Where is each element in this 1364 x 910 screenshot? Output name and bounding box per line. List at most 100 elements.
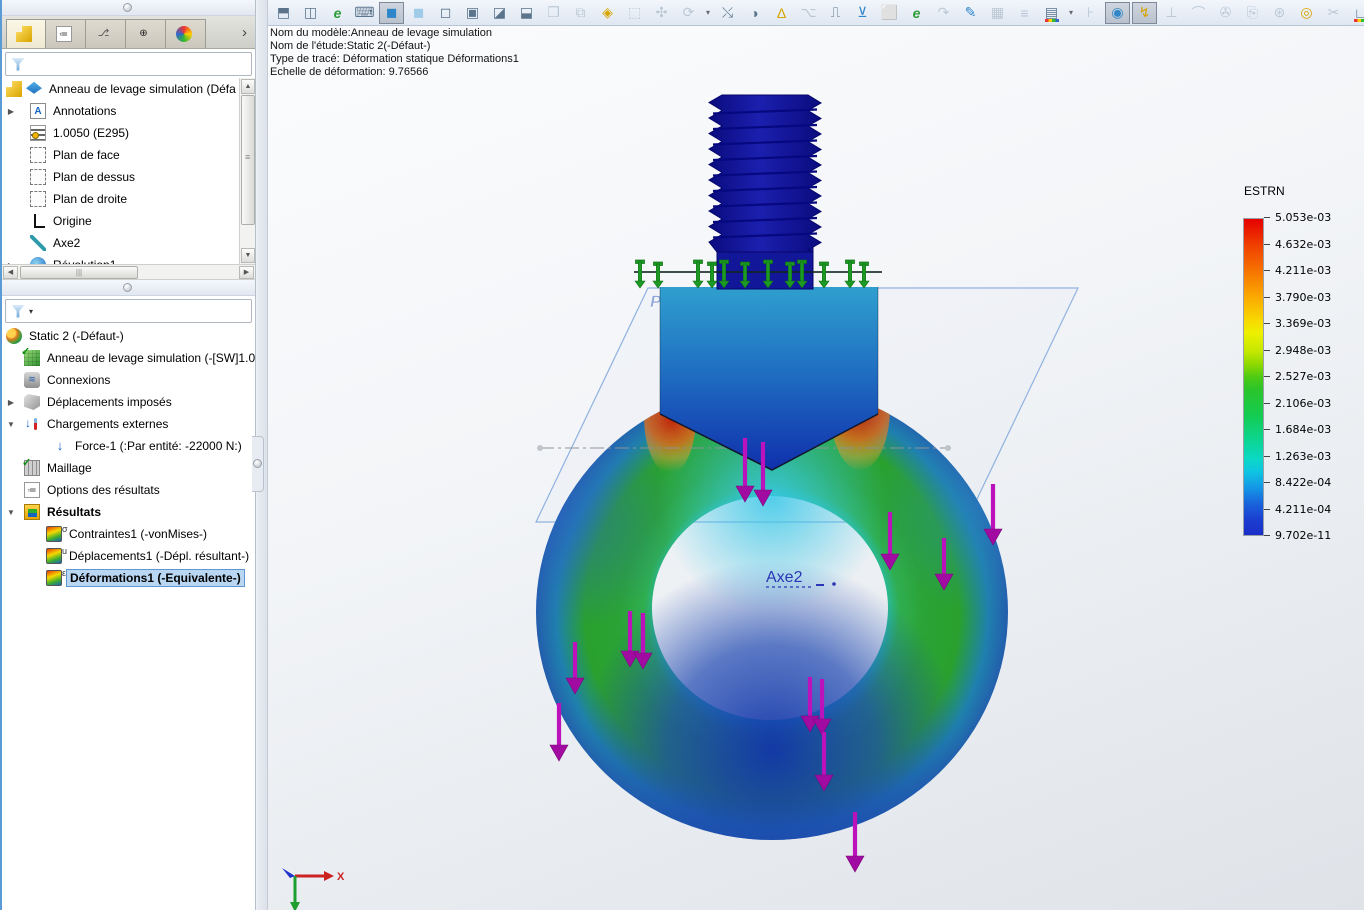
edit-appearance-icon[interactable]: ◈: [595, 2, 620, 24]
dropdown-caret-icon[interactable]: ▾: [1066, 2, 1076, 24]
dropdown-caret-icon[interactable]: ▾: [29, 307, 33, 316]
display-manager-icon: [175, 26, 192, 42]
section-plane-icon[interactable]: ⊻: [850, 2, 875, 24]
tree-item-revolve[interactable]: ▶ Révolution1: [2, 254, 255, 264]
splitter-grip-icon[interactable]: [123, 283, 132, 292]
connections-icon: [24, 372, 40, 388]
simulation-study-tree: Static 2 (-Défaut-) Anneau de levage sim…: [2, 325, 255, 905]
scrollbar-thumb[interactable]: [241, 95, 255, 225]
scroll-left-icon[interactable]: ◀: [3, 266, 18, 279]
tree-item-origin[interactable]: Origine: [2, 210, 255, 232]
legend-tick: 3.369e-03: [1264, 317, 1331, 330]
configuration-manager-tab[interactable]: ⎇: [86, 19, 126, 48]
section-view-icon[interactable]: ⬓: [514, 2, 539, 24]
results-folder-icon: [24, 504, 40, 520]
tree-item-annotations[interactable]: ▶ Annotations: [2, 100, 255, 122]
model-render[interactable]: Plan5: [268, 26, 1364, 910]
tree-item-displacement-plot[interactable]: u Déplacements1 (-Dépl. résultant-): [2, 545, 255, 567]
shaded-with-edges-icon[interactable]: ◼: [379, 1, 404, 24]
expander-icon[interactable]: ▶: [6, 398, 16, 407]
view-orientation-icon[interactable]: ◑: [742, 2, 767, 24]
part-tab[interactable]: [6, 19, 46, 48]
spraycan-icon[interactable]: ✎: [958, 2, 983, 24]
filter-funnel-icon[interactable]: [11, 57, 25, 71]
dimxpert-icon: ⊕: [139, 28, 148, 39]
measure-icon[interactable]: ◎: [1294, 2, 1319, 24]
scroll-up-icon[interactable]: ▲: [241, 79, 255, 94]
tree-item-results[interactable]: ▼ Résultats: [2, 501, 255, 523]
dimxpert-manager-tab[interactable]: ⊕: [126, 19, 166, 48]
expander-icon[interactable]: ▶: [6, 107, 16, 116]
mass-properties-icon[interactable]: Δ: [769, 2, 794, 24]
dropdown-caret-icon[interactable]: ▾: [703, 2, 713, 24]
export-clip-icon: ⎘: [1246, 4, 1259, 20]
panel-top-splitter[interactable]: [2, 0, 255, 16]
tree-item-material[interactable]: 1.0050 (E295): [2, 122, 255, 144]
tree-item-connections[interactable]: Connexions: [2, 369, 255, 391]
panel-mid-splitter[interactable]: [2, 280, 255, 296]
feature-tree-scrollbar[interactable]: ▲ ▼: [239, 78, 255, 264]
pane-split-horizontal-icon[interactable]: ⬒: [271, 2, 296, 24]
schematic-icon: ⌥: [800, 4, 817, 20]
hide-show-items-icon: ⊦: [1086, 4, 1095, 20]
tree-item-strain-plot[interactable]: ε Déformations1 (-Equivalente-): [2, 567, 255, 589]
tree-item-sim-part[interactable]: Anneau de levage simulation (-[SW]1.0: [2, 345, 255, 369]
feature-tree-hscrollbar[interactable]: ◀ ||| ▶: [2, 264, 255, 280]
edrawings-icon[interactable]: e: [325, 2, 350, 24]
legend-tick: 8.422e-04: [1264, 476, 1331, 489]
tree-item-fixtures[interactable]: ▶ Déplacements imposés: [2, 391, 255, 413]
tree-item-study[interactable]: Static 2 (-Défaut-): [2, 325, 255, 347]
edit-color-icon[interactable]: ◉: [1105, 1, 1130, 24]
tree-item-top-plane[interactable]: Plan de dessus: [2, 166, 255, 188]
feature-filter-bar[interactable]: [5, 52, 252, 76]
simulation-plot-tool-icon[interactable]: ↯: [1132, 1, 1157, 24]
tree-item-axis[interactable]: Axe2: [2, 232, 255, 254]
tree-item-stress-plot[interactable]: σ Contraintes1 (-vonMises-): [2, 523, 255, 545]
hidden-lines-visible-icon[interactable]: ◻: [433, 2, 458, 24]
scrollbar-thumb[interactable]: |||: [20, 266, 138, 279]
display-manager-tab[interactable]: [166, 19, 206, 48]
display-states-icon: ❐: [547, 4, 560, 20]
splitter-grip-icon[interactable]: [253, 459, 262, 468]
view-cube-icon[interactable]: ⬜: [877, 2, 902, 24]
result-options-icon: [24, 482, 40, 498]
tree-item-mesh[interactable]: Maillage: [2, 456, 255, 479]
reference-triad-icon[interactable]: ⤯: [715, 2, 740, 24]
pane-split-vertical-icon[interactable]: ◫: [298, 2, 323, 24]
color-ruler-icon[interactable]: ∟: [1348, 1, 1364, 24]
plane-icon: [30, 191, 46, 207]
publish-edrawings-icon[interactable]: ⌨: [352, 2, 377, 24]
splitter-grip-icon[interactable]: [123, 3, 132, 12]
step-function-icon[interactable]: ⎍: [823, 2, 848, 24]
color-swatch-grid-icon[interactable]: ▤: [1039, 1, 1064, 24]
tree-item-external-loads[interactable]: ▼ Chargements externes: [2, 413, 255, 435]
orientation-triad: X: [282, 868, 345, 910]
feature-manager-tab[interactable]: [46, 19, 86, 48]
splitter-handle[interactable]: [252, 436, 264, 492]
tree-item-result-options[interactable]: Options des résultats: [2, 479, 255, 501]
wireframe-icon[interactable]: ▣: [460, 2, 485, 24]
tree-item-right-plane[interactable]: Plan de droite: [2, 188, 255, 210]
tree-item-force[interactable]: Force-1 (:Par entité: -22000 N:): [2, 435, 255, 457]
expander-icon[interactable]: ▼: [6, 508, 16, 517]
tree-item-front-plane[interactable]: Plan de face: [2, 144, 255, 166]
legend-title: ESTRN: [1244, 184, 1285, 198]
explode-view-icon: ✣: [655, 4, 668, 20]
legend-tick: 1.684e-03: [1264, 423, 1331, 436]
chevron-right-icon[interactable]: ›: [242, 24, 247, 41]
mesh-icon: [22, 456, 40, 476]
draft-quality-icon[interactable]: ◪: [487, 2, 512, 24]
graphics-viewport[interactable]: Nom du modèle:Anneau de levage simulatio…: [268, 26, 1364, 910]
tree-item-root[interactable]: Anneau de levage simulation (Défa: [2, 78, 255, 100]
edrawings-markup-icon[interactable]: e: [904, 2, 929, 24]
displacement-plot-icon: [46, 548, 62, 564]
expander-icon[interactable]: ▼: [6, 420, 16, 429]
scroll-down-icon[interactable]: ▼: [241, 248, 255, 263]
simulation-filter-bar[interactable]: ▾: [5, 299, 252, 323]
shaded-icon[interactable]: ◼: [406, 2, 431, 24]
knife-icon: ✂: [1327, 4, 1340, 20]
strain-plot-icon: [46, 570, 62, 586]
panel-viewport-splitter[interactable]: [252, 0, 268, 910]
scroll-right-icon[interactable]: ▶: [239, 266, 254, 279]
filter-funnel-icon[interactable]: [11, 304, 25, 318]
